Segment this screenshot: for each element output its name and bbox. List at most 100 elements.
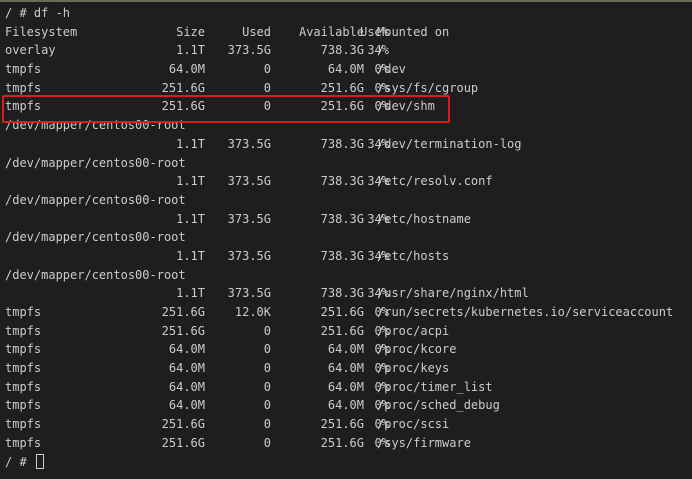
table-row: 1.1T 373.5G 738.3G 34%/usr/share/nginx/html — [0, 284, 692, 303]
table-row: overlay 1.1T 373.5G 738.3G 34% / — [0, 41, 692, 60]
row-used: 0 — [263, 417, 271, 432]
row-mounted-on: /dev/termination-log — [377, 136, 522, 151]
row-mounted-on: /proc/acpi — [377, 323, 450, 338]
row-available: 251.6G — [320, 305, 364, 319]
row-available: 738.3G — [320, 174, 364, 189]
row-filesystem: /dev/mapper/centos00-root — [5, 230, 186, 245]
table-row: tmpfs 251.6G 0 251.6G 0%/sys/fs/cgroup — [0, 79, 692, 98]
row-available: 64.0M — [327, 361, 364, 376]
prompt[interactable]: / # — [5, 453, 44, 472]
header-mounted-on: Mounted on — [377, 24, 450, 39]
table-row: /dev/mapper/centos00-root — [0, 191, 692, 210]
row-filesystem: tmpfs — [5, 398, 42, 413]
row-filesystem: overlay — [5, 43, 56, 58]
row-filesystem: tmpfs — [5, 305, 42, 319]
text-cursor — [35, 453, 44, 469]
top-divider — [0, 0, 692, 2]
row-used: 0 — [263, 398, 271, 413]
row-filesystem: tmpfs — [5, 80, 42, 95]
row-filesystem: tmpfs — [5, 342, 42, 357]
row-size: 1.1T — [176, 286, 205, 301]
prompt-text: / # — [5, 454, 27, 469]
table-header: Filesystem Size Used Available Use% Moun… — [0, 23, 692, 42]
row-filesystem: /dev/mapper/centos00-root — [5, 192, 186, 207]
row-size: 1.1T — [176, 211, 205, 226]
row-available: 738.3G — [320, 211, 364, 226]
row-used: 373.5G — [227, 286, 271, 301]
row-mounted-on: /dev/shm — [377, 99, 435, 114]
row-size: 64.0M — [168, 342, 205, 357]
table-row: /dev/mapper/centos00-root — [0, 266, 692, 285]
row-filesystem: /dev/mapper/centos00-root — [5, 267, 186, 282]
row-mounted-on: /proc/keys — [377, 361, 450, 376]
table-row: /dev/mapper/centos00-root — [0, 116, 692, 135]
row-size: 251.6G — [161, 435, 205, 450]
header-filesystem: Filesystem — [5, 24, 78, 39]
row-filesystem: /dev/mapper/centos00-root — [5, 118, 186, 133]
row-available: 251.6G — [320, 323, 364, 338]
row-filesystem: tmpfs — [5, 435, 42, 450]
table-row: tmpfs 251.6G 0 251.6G 0%/proc/scsi — [0, 415, 692, 434]
row-available: 251.6G — [320, 435, 364, 450]
row-mounted-on: /run/secrets/kubernetes.io/serviceaccoun… — [377, 305, 674, 319]
row-mounted-on: /etc/resolv.conf — [377, 174, 493, 189]
table-row: tmpfs 64.0M 0 64.0M 0%/proc/timer_list — [0, 378, 692, 397]
row-filesystem: tmpfs — [5, 323, 42, 338]
row-mounted-on: / — [377, 43, 385, 58]
row-size: 251.6G — [161, 323, 205, 338]
df-output-rows: overlay 1.1T 373.5G 738.3G 34% / tmpfs 64.0M 0 64… — [0, 41, 692, 452]
header-used: Used — [242, 24, 271, 39]
row-filesystem: tmpfs — [5, 379, 42, 394]
row-size: 1.1T — [176, 136, 205, 151]
header-size: Size — [176, 24, 205, 39]
table-row: 1.1T 373.5G 738.3G 34%/etc/hostname — [0, 210, 692, 229]
row-used: 0 — [263, 323, 271, 338]
prompt-line[interactable]: / # — [0, 453, 692, 472]
terminal-window[interactable]: / # df -h Filesystem Size Used Available… — [0, 0, 692, 479]
row-size: 64.0M — [168, 398, 205, 413]
row-mounted-on: /proc/timer_list — [377, 379, 493, 394]
table-row: tmpfs 64.0M 0 64.0M 0%/proc/kcore — [0, 340, 692, 359]
row-filesystem: tmpfs — [5, 99, 42, 114]
row-used: 0 — [263, 80, 271, 95]
table-row: tmpfs 64.0M 0 64.0M 0%/proc/sched_debug — [0, 396, 692, 415]
row-available: 64.0M — [327, 398, 364, 413]
row-size: 251.6G — [161, 99, 205, 114]
row-mounted-on: /dev — [377, 62, 406, 77]
row-available: 64.0M — [327, 62, 364, 77]
row-filesystem: tmpfs — [5, 361, 42, 376]
row-filesystem: tmpfs — [5, 62, 42, 77]
row-size: 251.6G — [161, 417, 205, 432]
row-used: 0 — [263, 361, 271, 376]
row-mounted-on: /proc/kcore — [377, 342, 457, 357]
row-used: 0 — [263, 99, 271, 114]
row-mounted-on: /sys/firmware — [377, 435, 471, 450]
row-mounted-on: /etc/hosts — [377, 248, 450, 263]
table-row: tmpfs 251.6G 0 251.6G 0%/sys/firmware — [0, 434, 692, 453]
row-available: 738.3G — [320, 43, 364, 58]
row-used: 0 — [263, 342, 271, 357]
row-size: 1.1T — [176, 43, 205, 58]
row-size: 64.0M — [168, 379, 205, 394]
row-mounted-on: /usr/share/nginx/html — [377, 286, 529, 301]
table-row: 1.1T 373.5G 738.3G 34%/etc/hosts — [0, 247, 692, 266]
row-available: 251.6G — [320, 80, 364, 95]
table-row: /dev/mapper/centos00-root — [0, 228, 692, 247]
row-used: 373.5G — [227, 43, 271, 58]
command-line: / # df -h — [0, 4, 692, 23]
row-available: 64.0M — [327, 342, 364, 357]
row-used: 373.5G — [227, 174, 271, 189]
table-row: /dev/mapper/centos00-root — [0, 154, 692, 173]
row-used: 12.0K — [234, 305, 271, 319]
row-size: 64.0M — [168, 62, 205, 77]
row-available: 251.6G — [320, 99, 364, 114]
row-used: 0 — [263, 62, 271, 77]
row-available: 251.6G — [320, 417, 364, 432]
header-available: Available — [298, 24, 364, 39]
table-row: 1.1T 373.5G 738.3G 34%/dev/termination-log — [0, 135, 692, 154]
row-available: 64.0M — [327, 379, 364, 394]
row-used: 373.5G — [227, 136, 271, 151]
row-size: 251.6G — [161, 305, 205, 319]
row-available: 738.3G — [320, 286, 364, 301]
row-used: 373.5G — [227, 211, 271, 226]
